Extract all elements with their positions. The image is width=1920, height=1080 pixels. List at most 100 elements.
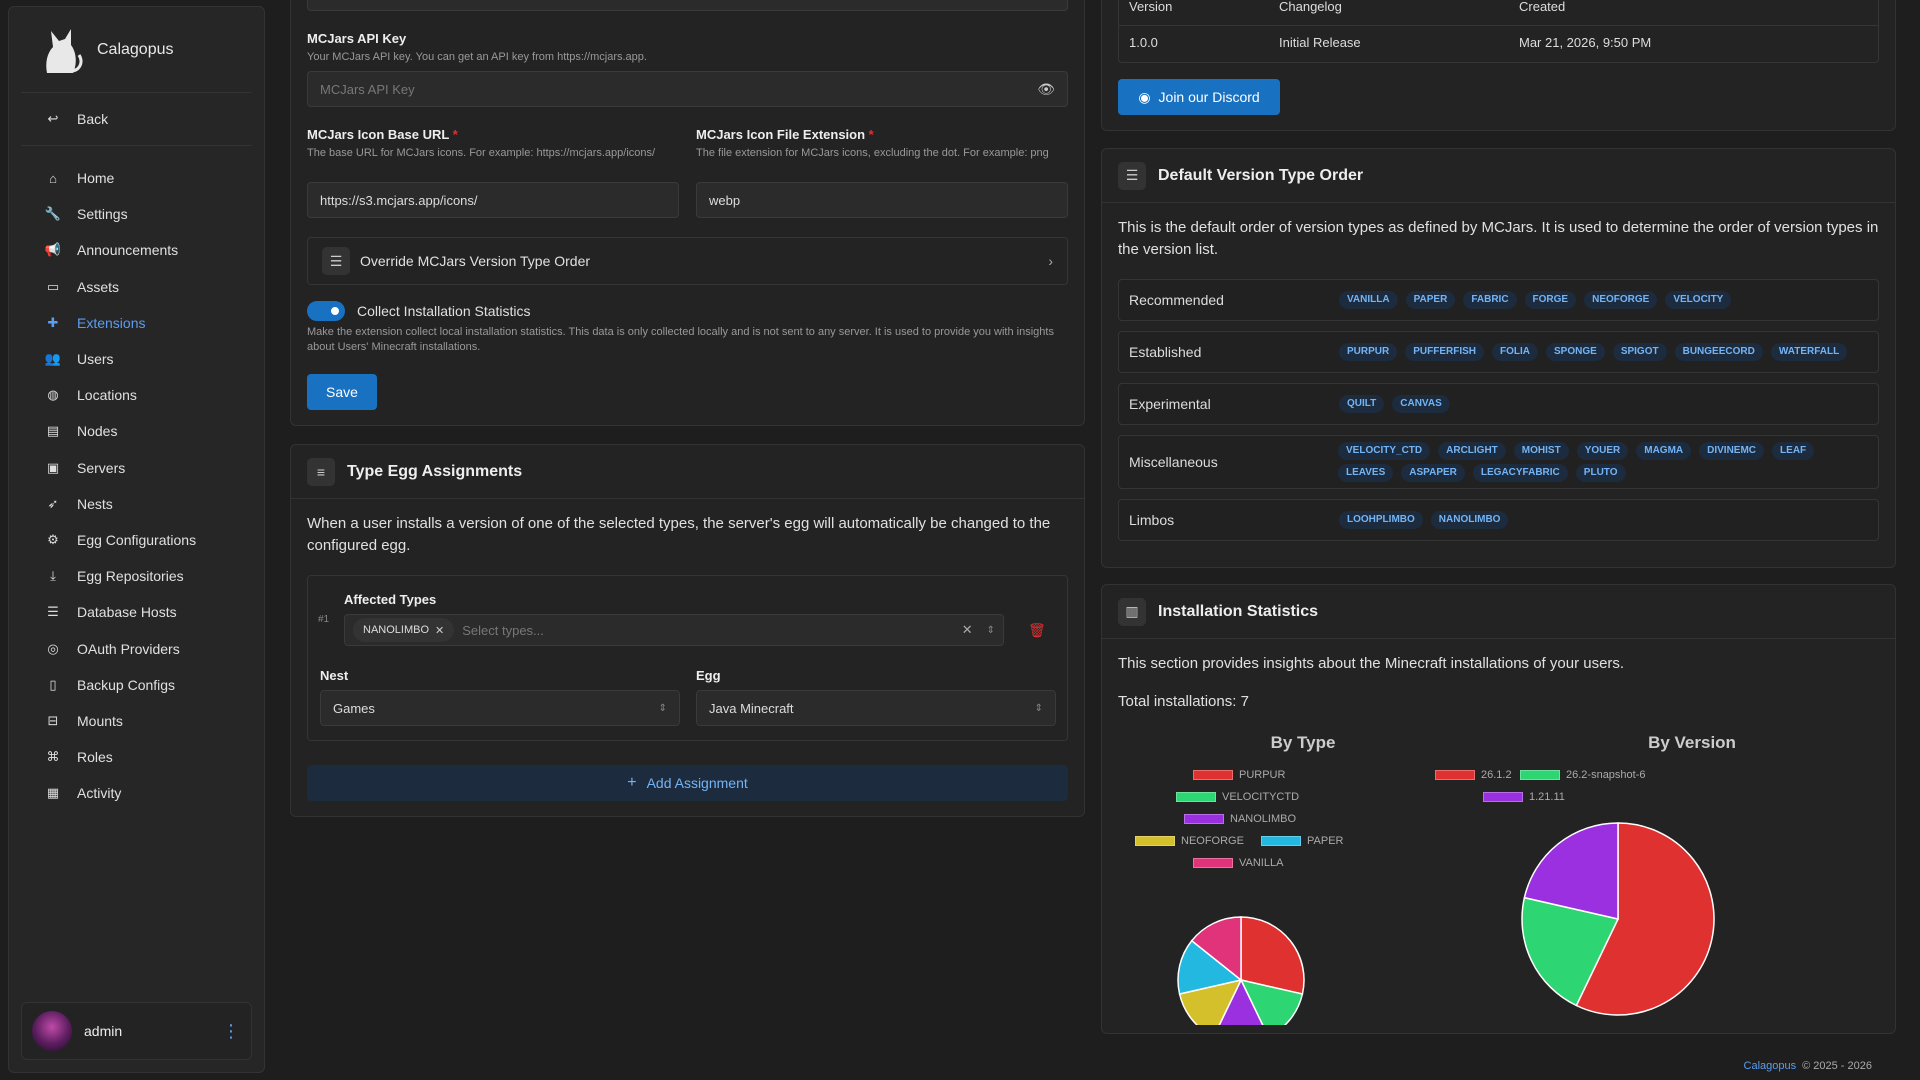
- kebab-menu-icon[interactable]: ⋮: [221, 1021, 241, 1042]
- version-group-name: Recommended: [1129, 292, 1224, 308]
- version-type-badge: VELOCITY: [1665, 291, 1732, 309]
- sidebar-item-label: Locations: [77, 387, 137, 404]
- sidebar-item-label: Egg Configurations: [77, 531, 197, 548]
- save-button[interactable]: Save: [307, 374, 377, 410]
- puzzle-icon: ✚: [47, 314, 59, 330]
- sidebar-item-egg-repositories[interactable]: ⤓ Egg Repositories: [21, 558, 252, 594]
- version-type-badge: PURPUR: [1339, 343, 1398, 361]
- sidebar-item-activity[interactable]: ▦ Activity: [21, 775, 252, 811]
- sidebar-item-announcements[interactable]: 📢 Announcements: [21, 232, 252, 268]
- add-assignment-button[interactable]: + Add Assignment: [307, 765, 1068, 801]
- chart-icon: ▥: [1118, 597, 1146, 626]
- wrench-icon: 🔧: [44, 206, 62, 222]
- sidebar-item-label: OAuth Providers: [77, 640, 180, 657]
- version-type-badge: MOHIST: [1513, 442, 1569, 460]
- gears-icon: ⚙: [47, 531, 59, 547]
- sidebar-item-label: Home: [77, 170, 115, 187]
- version-type-badge: SPIGOT: [1612, 343, 1667, 361]
- fingerprint-icon: ◎: [47, 640, 59, 656]
- collect-stats-description: Make the extension collect local install…: [307, 326, 1054, 353]
- version-group-tags: PURPUR PUFFERFISH FOLIA SPONGE SPIGOT BUNGEEC…: [1339, 337, 1878, 367]
- version-type-badge: FABRIC: [1463, 291, 1517, 309]
- col-changelog: Changelog: [1279, 0, 1342, 14]
- server-icon: ≡: [307, 457, 335, 486]
- settings-card: MCJars API Key Your MCJars API key. You …: [290, 0, 1085, 426]
- sidebar-item-users[interactable]: 👥 Users: [21, 341, 252, 377]
- user-menu[interactable]: admin ⋮: [21, 1002, 252, 1060]
- sidebar-item-label: Announcements: [77, 242, 179, 259]
- join-discord-button[interactable]: ◉ Join our Discord: [1118, 79, 1280, 115]
- sidebar-item-nodes[interactable]: ▤ Nodes: [21, 413, 252, 449]
- egg-assignments-card: ≡ Type Egg Assignments When a user insta…: [290, 444, 1085, 817]
- sidebar-item-extensions[interactable]: ✚ Extensions: [21, 305, 252, 341]
- back-link[interactable]: ↩ Back: [21, 93, 252, 146]
- sidebar-item-label: Extensions: [77, 314, 146, 331]
- affected-types-select[interactable]: NANOLIMBO ✕ Select types... ✕ ⇕: [344, 614, 1004, 646]
- table-divider: [1119, 25, 1878, 26]
- nest-value: Games: [333, 700, 375, 716]
- sidebar-item-home[interactable]: ⌂ Home: [21, 160, 252, 196]
- total-installations: Total installations: 7: [1118, 693, 1249, 710]
- egg-chevron-icon: ⇕: [1034, 702, 1043, 714]
- egg-assignments-description: When a user installs a version of one of…: [307, 515, 1051, 554]
- footer-brand-link[interactable]: Calagopus: [1744, 1060, 1797, 1072]
- versions-table: Version Changelog Created 1.0.0 Initial …: [1118, 0, 1879, 63]
- eye-icon[interactable]: 👁: [1037, 81, 1055, 98]
- users-icon: 👥: [44, 351, 62, 367]
- legend-item[interactable]: 26.1.2: [1435, 769, 1512, 781]
- version-type-badge: FORGE: [1524, 291, 1577, 309]
- sidebar-item-label: Assets: [77, 278, 120, 295]
- version-order-header: ☰ Default Version Type Order: [1102, 149, 1895, 203]
- version-group-row: Limbos LOOHPLIMBO NANOLIMBO: [1118, 499, 1879, 541]
- sidebar-item-nests[interactable]: ➶ Nests: [21, 486, 252, 522]
- version-order-title: Default Version Type Order: [1158, 166, 1364, 184]
- trash-icon[interactable]: 🗑: [1028, 622, 1046, 639]
- sidebar-item-mounts[interactable]: ⊟ Mounts: [21, 703, 252, 739]
- clear-icon[interactable]: ✕: [962, 622, 973, 638]
- add-assignment-label: Add Assignment: [646, 775, 748, 791]
- sidebar-item-database-hosts[interactable]: ☰ Database Hosts: [21, 594, 252, 630]
- icon-base-url-label: MCJars Icon Base URL *: [307, 127, 679, 142]
- version-type-badge: LEAVES: [1338, 464, 1394, 482]
- egg-label: Egg: [696, 668, 721, 683]
- sidebar-item-locations[interactable]: ◍ Locations: [21, 377, 252, 413]
- icon-ext-input[interactable]: webp: [696, 182, 1068, 218]
- feather-icon: ➶: [47, 495, 59, 511]
- version-group-name: Limbos: [1129, 512, 1175, 528]
- egg-select[interactable]: Java Minecraft ⇕: [696, 690, 1056, 726]
- footer-copyright: © 2025 - 2026: [1802, 1060, 1872, 1072]
- version-group-name: Established: [1129, 344, 1202, 360]
- selected-type-chip[interactable]: NANOLIMBO ✕: [353, 618, 455, 642]
- chip-close-icon[interactable]: ✕: [435, 624, 444, 637]
- version-type-badge: PLUTO: [1575, 464, 1626, 482]
- mounts-icon: ⊟: [47, 712, 59, 728]
- icon-base-url-input[interactable]: https://s3.mcjars.app/icons/: [307, 182, 679, 218]
- collect-stats-toggle[interactable]: [307, 301, 345, 321]
- sidebar-item-oauth-providers[interactable]: ◎ OAuth Providers: [21, 630, 252, 666]
- sidebar-item-label: Roles: [77, 749, 113, 766]
- override-order-label: Override MCJars Version Type Order: [360, 253, 591, 269]
- version-order-card: ☰ Default Version Type Order This is the…: [1101, 148, 1896, 568]
- sidebar-item-egg-configurations[interactable]: ⚙ Egg Configurations: [21, 522, 252, 558]
- collect-stats-label: Collect Installation Statistics: [357, 303, 531, 319]
- icon-ext-label: MCJars Icon File Extension *: [696, 127, 1068, 142]
- override-order-row[interactable]: ☰ Override MCJars Version Type Order ›: [307, 237, 1068, 285]
- sidebar-item-backup-configs[interactable]: ▯ Backup Configs: [21, 667, 252, 703]
- sidebar-item-assets[interactable]: ▭ Assets: [21, 269, 252, 305]
- sidebar-item-roles[interactable]: ⌘ Roles: [21, 739, 252, 775]
- version-type-badge: VANILLA: [1339, 291, 1398, 309]
- api-key-input[interactable]: MCJars API Key 👁: [307, 71, 1068, 107]
- discord-icon: ◉: [1138, 88, 1151, 105]
- sidebar: Calagopus ↩ Back ⌂ Home 🔧 Settings 📢 Announce…: [8, 6, 265, 1073]
- egg-assignments-header: ≡ Type Egg Assignments: [291, 445, 1084, 499]
- toggle-knob: [328, 304, 342, 318]
- nest-select[interactable]: Games ⇕: [320, 690, 680, 726]
- top-input-remnant[interactable]: [307, 0, 1068, 11]
- version-type-badge: ASPAPER: [1401, 464, 1465, 482]
- sidebar-item-settings[interactable]: 🔧 Settings: [21, 196, 252, 232]
- version-type-groups: Recommended VANILLA PAPER FABRIC FORGE NEOFOR…: [1118, 279, 1879, 551]
- brand[interactable]: Calagopus: [21, 7, 252, 93]
- sidebar-item-servers[interactable]: ▣ Servers: [21, 450, 252, 486]
- version-type-badge: SPONGE: [1546, 343, 1605, 361]
- install-stats-header: ▥ Installation Statistics: [1102, 585, 1895, 639]
